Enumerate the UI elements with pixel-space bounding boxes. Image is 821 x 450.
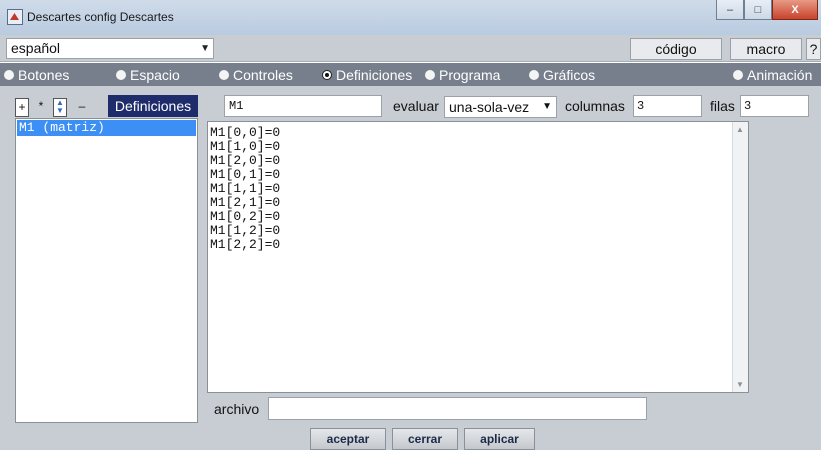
close-button[interactable]: X [772, 0, 818, 20]
radio-selected-icon [322, 69, 332, 80]
chevron-down-icon: ▼ [200, 43, 210, 54]
chevron-down-icon: ▼ [542, 101, 552, 112]
definition-name-input[interactable]: M1 [224, 95, 382, 117]
definition-code-editor[interactable]: M1[0,0]=0 M1[1,0]=0 M1[2,0]=0 M1[0,1]=0 … [207, 121, 749, 393]
tab-label: Programa [439, 66, 501, 83]
tab-label: Botones [18, 66, 70, 83]
tab-bar: Botones Espacio Controles Definiciones P… [0, 63, 821, 86]
title-bar: Descartes config Descartes – □ X [0, 0, 821, 35]
tab-botones[interactable]: Botones [4, 66, 69, 83]
codigo-button[interactable]: código [630, 38, 722, 60]
archivo-label: archivo [214, 401, 260, 417]
language-value: español [11, 40, 61, 56]
radio-icon [4, 69, 14, 80]
star-button[interactable]: * [34, 98, 48, 117]
columnas-label: columnas [565, 98, 625, 114]
filas-input[interactable]: 3 [740, 95, 809, 117]
reorder-arrows-icon: ▲ ▼ [56, 98, 64, 115]
aceptar-button[interactable]: aceptar [310, 428, 386, 450]
scroll-up-icon[interactable]: ▲ [736, 125, 744, 134]
list-item[interactable]: M1 (matriz) [17, 120, 196, 136]
macro-button[interactable]: macro [730, 38, 802, 60]
tab-label: Espacio [130, 66, 180, 83]
evaluar-label: evaluar [393, 98, 439, 114]
window-controls: – □ X [716, 0, 818, 20]
minimize-button[interactable]: – [716, 0, 744, 20]
tab-label: Gráficos [543, 66, 596, 83]
add-button[interactable]: + [15, 98, 29, 117]
radio-icon [733, 69, 743, 80]
evaluar-select[interactable]: una-sola-vez ▼ [444, 96, 557, 118]
definitions-list[interactable]: M1 (matriz) [15, 118, 198, 423]
remove-button[interactable]: – [75, 98, 89, 117]
definiciones-label: Definiciones [108, 95, 198, 117]
tab-controles[interactable]: Controles [219, 66, 293, 83]
tab-label: Controles [233, 66, 293, 83]
scroll-down-icon[interactable]: ▼ [736, 380, 744, 389]
filas-label: filas [710, 98, 735, 114]
tab-animacion[interactable]: Animación [733, 66, 812, 83]
tab-label: Animación [747, 66, 813, 83]
help-button[interactable]: ? [806, 38, 821, 60]
maximize-button[interactable]: □ [744, 0, 772, 20]
definition-code: M1[0,0]=0 M1[1,0]=0 M1[2,0]=0 M1[0,1]=0 … [210, 125, 281, 252]
radio-icon [529, 69, 539, 80]
tab-label: Definiciones [336, 66, 413, 83]
language-select[interactable]: español ▼ [6, 38, 214, 59]
tab-definiciones[interactable]: Definiciones [322, 66, 412, 83]
aplicar-button[interactable]: aplicar [464, 428, 535, 450]
radio-icon [116, 69, 126, 80]
move-up-down-button[interactable]: ▲ ▼ [53, 98, 67, 117]
columnas-input[interactable]: 3 [633, 95, 702, 117]
vertical-scrollbar[interactable]: ▲ ▼ [732, 122, 748, 392]
tab-programa[interactable]: Programa [425, 66, 500, 83]
tab-graficos[interactable]: Gráficos [529, 66, 595, 83]
app-icon [7, 9, 23, 25]
radio-icon [425, 69, 435, 80]
evaluar-value: una-sola-vez [449, 99, 530, 115]
window-title: Descartes config Descartes [27, 10, 174, 24]
cerrar-button[interactable]: cerrar [392, 428, 458, 450]
archivo-input[interactable] [268, 397, 647, 420]
tab-espacio[interactable]: Espacio [116, 66, 180, 83]
radio-icon [219, 69, 229, 80]
